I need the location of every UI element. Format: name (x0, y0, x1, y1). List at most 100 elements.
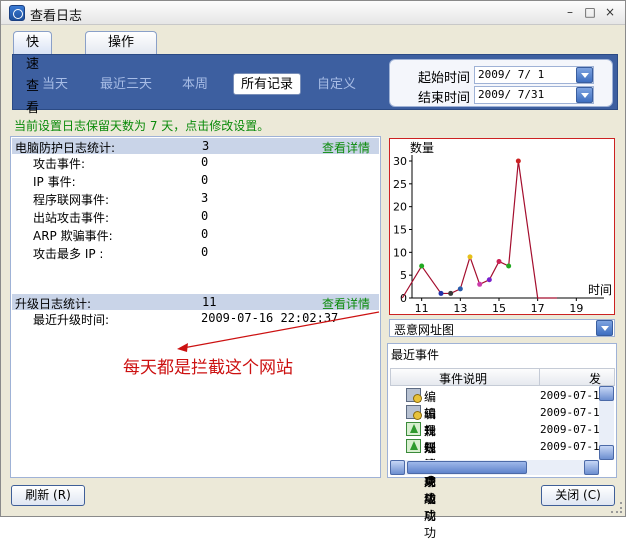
upgrade-stats-title: 升级日志统计: (15, 297, 92, 311)
edit-rule-icon (406, 388, 422, 403)
chart-x-tick-label: 15 (492, 302, 506, 314)
scroll-up-icon[interactable] (599, 386, 614, 401)
stat-label-ip: IP 事件: (33, 175, 76, 189)
window-title: 查看日志 (30, 9, 83, 24)
chart-y-tick-label: 20 (393, 201, 407, 214)
chart-y-tick-label: 0 (400, 292, 407, 305)
chart-x-tick-label: 13 (453, 302, 467, 314)
last-upgrade-label: 最近升级时间: (33, 313, 110, 327)
end-date-dropdown-icon[interactable] (576, 87, 593, 103)
upgrade-stats-details-link[interactable]: 查看详情 (322, 295, 370, 312)
malicious-url-chart: 0 5 10 15 20 25 30 11 13 15 17 19 数量 时间 (389, 138, 615, 315)
chart-y-tick-label: 15 (393, 224, 407, 237)
chart-data-point (457, 286, 463, 292)
close-button[interactable]: 关闭 (C) (541, 485, 615, 506)
horizontal-scroll-thumb[interactable] (407, 461, 527, 474)
stats-panel: 电脑防护日志统计: 3 查看详情 攻击事件: 0 IP 事件: 0 程序联网事件… (10, 136, 381, 478)
pc-stats-count: 3 (202, 139, 210, 153)
annotation-note: 每天都是拦截这个网站 (123, 358, 293, 378)
chart-data-point (467, 254, 473, 260)
chart-type-select[interactable]: 恶意网址图 (389, 319, 615, 337)
stat-value-attack: 0 (201, 155, 209, 169)
chart-data-point (486, 277, 492, 283)
shield-icon (9, 5, 25, 21)
stat-value-outbound-attack: 0 (201, 209, 209, 223)
stat-label-attack: 攻击事件: (33, 157, 86, 171)
event-time: 2009-07-16 (540, 440, 607, 453)
chart-series-line (401, 160, 557, 299)
event-description: 开始升级成功 (424, 441, 437, 540)
col-time[interactable]: 发 (589, 370, 601, 387)
stat-value-arp-spoof: 0 (201, 227, 209, 241)
pc-stats-details-link[interactable]: 查看详情 (322, 139, 370, 156)
stat-label-top-attacker-ip: 攻击最多 IP : (33, 247, 104, 261)
start-time-label: 起始时间 (418, 71, 471, 86)
maximize-button[interactable]: □ (581, 4, 599, 20)
retention-notice-link[interactable]: 当前设置日志保留天数为 7 天，点击修改设置。 (14, 117, 269, 134)
events-horizontal-scrollbar[interactable] (390, 460, 599, 475)
resize-grip-icon[interactable] (611, 502, 622, 513)
scroll-down-icon[interactable] (599, 445, 614, 460)
scroll-left-icon[interactable] (390, 460, 405, 475)
chart-x-axis-label: 时间 (588, 283, 612, 297)
upgrade-arrow-icon (406, 422, 421, 436)
range-this-week[interactable]: 本周 (182, 74, 208, 96)
date-range-box: 起始时间 2009/ 7/ 1 结束时间 2009/ 7/31 (389, 59, 613, 107)
close-window-button[interactable]: × (601, 4, 619, 20)
column-divider (539, 369, 540, 385)
chart-y-tick-label: 10 (393, 246, 407, 259)
chart-x-tick-label: 11 (415, 302, 429, 314)
chart-y-tick-label: 30 (393, 155, 407, 168)
log-viewer-window: 查看日志 – □ × 快速查看 操作 当天 最近三天 本周 所有记录 自定义 起… (0, 0, 626, 540)
stat-label-program-network: 程序联网事件: (33, 193, 110, 207)
pc-stats-title: 电脑防护日志统计: (15, 141, 116, 155)
chart-x-tick-label: 19 (569, 302, 583, 314)
range-all-records[interactable]: 所有记录 (233, 73, 302, 95)
scroll-right-icon[interactable] (584, 460, 599, 475)
quick-range-panel: 当天 最近三天 本周 所有记录 自定义 起始时间 2009/ 7/ 1 结束时间… (12, 54, 618, 110)
chart-x-tick-label: 17 (531, 302, 545, 314)
minimize-button[interactable]: – (561, 4, 579, 20)
event-time: 2009-07-16 (540, 423, 607, 436)
edit-rule-icon (406, 405, 422, 420)
upgrade-stats-count: 11 (202, 295, 217, 309)
stat-label-arp-spoof: ARP 欺骗事件: (33, 229, 113, 243)
events-vertical-scrollbar[interactable] (599, 386, 614, 460)
stat-value-top-attacker-ip: 0 (201, 245, 209, 259)
range-last-three-days[interactable]: 最近三天 (100, 74, 152, 96)
col-event-description[interactable]: 事件说明 (439, 370, 487, 387)
event-time: 2009-07-16 (540, 406, 607, 419)
chart-data-point (506, 263, 512, 269)
pc-stats-header: 电脑防护日志统计: 3 查看详情 (12, 138, 379, 156)
upgrade-stats-header: 升级日志统计: 11 查看详情 (12, 294, 379, 312)
chart-data-point (419, 263, 425, 269)
chart-data-point (448, 290, 454, 296)
upgrade-arrow-icon (406, 439, 421, 453)
tab-operations[interactable]: 操作 (85, 31, 157, 54)
tab-quick-view[interactable]: 快速查看 (13, 31, 53, 116)
title-bar: 查看日志 – □ × (1, 1, 625, 25)
refresh-button[interactable]: 刷新 (R) (11, 485, 85, 506)
chart-y-tick-label: 5 (400, 269, 407, 282)
stat-label-outbound-attack: 出站攻击事件: (33, 211, 110, 225)
chart-data-point (515, 158, 521, 164)
stat-value-program-network: 3 (201, 191, 209, 205)
range-custom[interactable]: 自定义 (317, 74, 356, 96)
events-table-header: 事件说明 发 (390, 368, 615, 386)
range-today[interactable]: 当天 (42, 74, 68, 96)
start-date-dropdown-icon[interactable] (576, 67, 593, 83)
recent-events-panel: 最近事件 事件说明 发 编辑规则成功 2009-07-16 编辑规则成功 200… (387, 343, 617, 540)
last-upgrade-value: 2009-07-16 22:02:37 (201, 311, 339, 325)
chart-y-tick-label: 25 (393, 178, 407, 191)
chart-data-point (477, 281, 483, 287)
stat-value-ip: 0 (201, 173, 209, 187)
chart-data-point (496, 258, 502, 264)
chart-canvas: 0 5 10 15 20 25 30 11 13 15 17 19 数量 时间 (393, 140, 612, 315)
end-time-label: 结束时间 (418, 91, 471, 106)
recent-events-title: 最近事件 (391, 348, 440, 362)
event-time: 2009-07-16 (540, 389, 607, 402)
chart-type-value: 恶意网址图 (394, 323, 455, 337)
chart-data-point (438, 290, 444, 296)
chart-type-dropdown-icon[interactable] (596, 320, 613, 336)
chart-y-axis-label: 数量 (410, 140, 434, 155)
